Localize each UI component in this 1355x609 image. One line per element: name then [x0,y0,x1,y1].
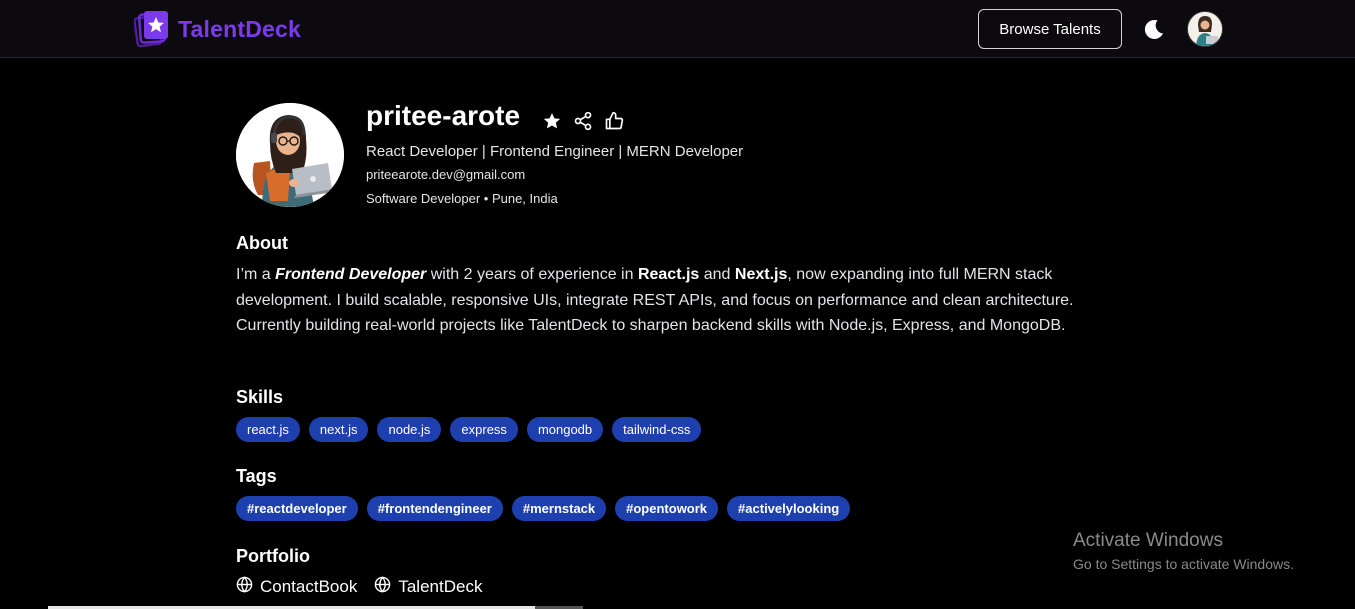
skill-chip[interactable]: node.js [377,417,442,442]
tag-chip[interactable]: #reactdeveloper [236,496,358,521]
profile-headline: React Developer | Frontend Engineer | ME… [366,143,744,160]
tag-chip[interactable]: #activelylooking [727,496,851,521]
watermark-subtitle: Go to Settings to activate Windows. [1073,556,1294,572]
windows-activation-watermark: Activate Windows Go to Settings to activ… [1073,530,1294,572]
top-navigation-bar: TalentDeck Browse Talents [0,0,1355,58]
skills-heading: Skills [236,387,284,407]
logo-icon [133,9,172,49]
portfolio-heading: Portfolio [236,546,310,566]
share-icon[interactable] [572,110,594,132]
profile-username: pritee-arote [366,100,521,131]
profile-avatar [236,103,344,207]
skill-chip[interactable]: express [450,417,518,442]
skill-chip[interactable]: mongodb [526,417,604,442]
tags-heading: Tags [236,466,277,486]
moon-icon[interactable] [1141,16,1167,42]
portfolio-link-talentdeck[interactable]: TalentDeck [374,576,482,598]
globe-icon [374,576,391,598]
portfolio-link-label: ContactBook [260,577,358,596]
logo-text: TalentDeck [178,15,302,42]
skill-chip[interactable]: tailwind-css [612,417,702,442]
tag-chip[interactable]: #frontendengineer [366,496,503,521]
logo[interactable]: TalentDeck [133,9,302,49]
tag-chip[interactable]: #mernstack [511,496,607,521]
portfolio-link-label: TalentDeck [398,577,483,596]
star-icon[interactable] [541,110,563,132]
about-text: I’m a Frontend Developer with 2 years of… [236,266,1074,334]
skill-chip[interactable]: react.js [236,417,300,442]
portfolio-link-contactbook[interactable]: ContactBook [236,576,357,598]
skill-chip[interactable]: next.js [308,417,369,442]
tag-chip[interactable]: #opentowork [615,496,719,521]
browse-talents-button[interactable]: Browse Talents [978,9,1122,49]
portfolio-links: ContactBook TalentDeck [236,576,482,598]
watermark-title: Activate Windows [1073,530,1223,551]
profile-email: priteearote.dev@gmail.com [366,167,526,182]
profile-meta: Software Developer • Pune, India [366,191,558,206]
about-heading: About [236,233,288,253]
thumbs-up-icon[interactable] [603,110,625,132]
header-avatar[interactable] [1187,11,1223,47]
globe-icon [236,576,253,598]
skills-list: react.js next.js node.js express mongodb… [236,417,702,442]
tags-list: #reactdeveloper #frontendengineer #merns… [236,496,851,521]
profile-actions [541,110,625,132]
